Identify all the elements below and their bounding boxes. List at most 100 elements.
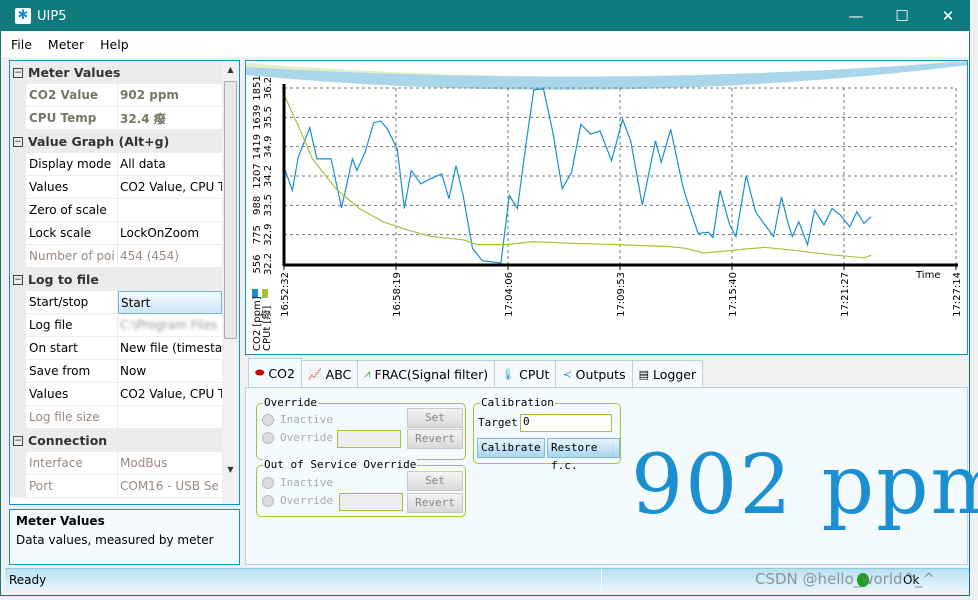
property-row[interactable]: Log file C:\Program Files [10, 314, 222, 337]
x-tick-label: 17:04:06 [504, 272, 515, 317]
property-name: CO2 Value [26, 84, 118, 107]
property-name: On start [26, 337, 118, 360]
category-value-graph[interactable]: − Value Graph (Alt+g) [10, 130, 222, 153]
radio-label: Override [280, 494, 333, 507]
property-name: Values [26, 383, 118, 406]
y-tick-label-co2: 1207 [252, 163, 263, 188]
override-set-button[interactable]: Set [407, 408, 463, 428]
x-tick-label: 17:09:53 [616, 272, 627, 317]
tab-abc[interactable]: 📈 ABC [300, 360, 359, 387]
property-value-cell[interactable]: CO2 Value, CPU T [118, 383, 222, 406]
scroll-thumb[interactable] [224, 81, 237, 339]
collapse-icon[interactable]: − [13, 67, 23, 78]
property-row[interactable]: Save from Now [10, 360, 222, 383]
property-name: Interface [26, 452, 118, 475]
tab-frac-signal-filter[interactable]: ⩘ FRAC(Signal filter) [357, 360, 496, 387]
collapse-icon[interactable]: − [13, 274, 23, 285]
co2-tab-panel: Override Inactive Override Set Revert Ou… [245, 387, 978, 565]
target-input[interactable]: 0 [520, 414, 612, 432]
y-tick-label-co2: 1639 [252, 105, 263, 130]
value-graph[interactable]: 556 32.2 775 32.9 988 33.5 1207 34.2 1419 34.9 163… [245, 60, 968, 355]
category-connection[interactable]: − Connection [10, 429, 222, 452]
property-value-cell[interactable]: 454 (454) [118, 245, 222, 268]
y-tick-label-co2: 988 [252, 196, 263, 215]
legend-label: CPUt [癈] [260, 306, 273, 351]
tab-bar: ⬬ CO2 📈 ABC ⩘ FRAC(Signal filter) 🌡 CPUt ≺ Output… [248, 358, 704, 388]
collapse-icon[interactable]: − [13, 136, 23, 147]
property-value-cell[interactable]: ModBus [118, 452, 222, 475]
override-value-input[interactable] [337, 430, 401, 448]
category-log-to-file[interactable]: − Log to file [10, 268, 222, 291]
property-row[interactable]: Start/stop Start [10, 291, 222, 314]
property-name: Lock scale [26, 222, 118, 245]
property-row[interactable]: Number of poi 454 (454) [10, 245, 222, 268]
property-row[interactable]: CO2 Value 902 ppm [10, 84, 222, 107]
oos-value-input[interactable] [339, 493, 403, 511]
target-label: Target [478, 416, 518, 429]
radio-label: Inactive [280, 413, 333, 426]
status-divider [601, 569, 602, 591]
category-title: Value Graph (Alt+g) [28, 134, 170, 149]
property-value-cell[interactable]: All data [118, 153, 222, 176]
property-row[interactable]: Zero of scale [10, 199, 222, 222]
capsule-icon: ⬬ [255, 366, 265, 379]
x-tick-label: 17:15:40 [728, 272, 739, 317]
property-value-cell[interactable]: 902 ppm [118, 84, 222, 107]
property-row[interactable]: Display mode All data [10, 153, 222, 176]
property-value-cell[interactable] [118, 406, 222, 429]
oos-revert-button[interactable]: Revert [407, 493, 463, 513]
minimize-button[interactable]: — [833, 1, 879, 31]
property-value-cell[interactable]: CO2 Value, CPU T [118, 176, 222, 199]
oos-inactive-radio[interactable]: Inactive [262, 476, 333, 489]
calibrate-button[interactable]: Calibrate [477, 438, 545, 458]
menu-file[interactable]: File [11, 37, 32, 52]
property-row[interactable]: Interface ModBus [10, 452, 222, 475]
property-row[interactable]: Lock scale LockOnZoom [10, 222, 222, 245]
property-value-cell[interactable]: New file (timestar [118, 337, 222, 360]
property-row[interactable]: CPU Temp 32.4 癈 [10, 107, 222, 130]
property-name: Save from [26, 360, 118, 383]
property-value-cell[interactable]: LockOnZoom [118, 222, 222, 245]
property-value: Start [121, 295, 151, 310]
override-inactive-radio[interactable]: Inactive [262, 413, 333, 426]
calibration-group: Calibration Target 0 Calibrate Restore f… [473, 396, 621, 472]
property-value-cell[interactable]: C:\Program Files [118, 314, 222, 337]
oos-override-radio[interactable]: Override [262, 494, 333, 507]
property-value-cell[interactable]: Now [118, 360, 222, 383]
property-value-cell[interactable]: COM16 - USB Se [118, 475, 222, 498]
tab-outputs[interactable]: ≺ Outputs [555, 360, 633, 387]
restore-button[interactable]: Restore f.c. [547, 438, 620, 472]
override-group: Override Inactive Override Set Revert [256, 396, 466, 460]
property-row[interactable]: Port COM16 - USB Se [10, 475, 222, 498]
menu-help[interactable]: Help [100, 37, 129, 52]
override-revert-button[interactable]: Revert [407, 429, 463, 449]
property-row[interactable]: On start New file (timestar [10, 337, 222, 360]
scroll-down-icon[interactable]: ▼ [222, 465, 239, 474]
tab-cput[interactable]: 🌡 CPUt [494, 360, 557, 387]
line-chart-icon: 📈 [307, 367, 322, 381]
radio-label: Inactive [280, 476, 333, 489]
share-icon: ≺ [562, 367, 572, 381]
y-tick-label-co2: 556 [252, 254, 263, 273]
property-value-cell[interactable] [118, 199, 222, 222]
menu-meter[interactable]: Meter [48, 37, 84, 52]
property-row[interactable]: Values CO2 Value, CPU T [10, 383, 222, 406]
close-button[interactable]: ✕ [925, 1, 971, 31]
property-row[interactable]: Values CO2 Value, CPU T [10, 176, 222, 199]
maximize-button[interactable]: ☐ [879, 1, 925, 31]
tab-co2[interactable]: ⬬ CO2 [248, 358, 302, 387]
property-value-cell[interactable]: 32.4 癈 [118, 107, 222, 130]
override-override-radio[interactable]: Override [262, 431, 333, 444]
property-value: Now [120, 364, 147, 378]
property-value: LockOnZoom [120, 226, 200, 240]
property-name: Log file size [26, 406, 118, 429]
tab-logger[interactable]: ▤ Logger [631, 360, 704, 387]
collapse-icon[interactable]: − [13, 435, 23, 446]
property-row[interactable]: Log file size [10, 406, 222, 429]
property-value-cell[interactable]: Start [118, 291, 222, 314]
oos-set-button[interactable]: Set [407, 471, 463, 491]
category-meter-values[interactable]: − Meter Values [10, 61, 222, 84]
scroll-up-icon[interactable]: ▲ [222, 65, 239, 74]
chart-svg: 556 32.2775 32.9988 33.51207 34.21419 34.9163… [246, 61, 967, 351]
scrollbar[interactable]: ▲ ▼ [222, 61, 239, 504]
